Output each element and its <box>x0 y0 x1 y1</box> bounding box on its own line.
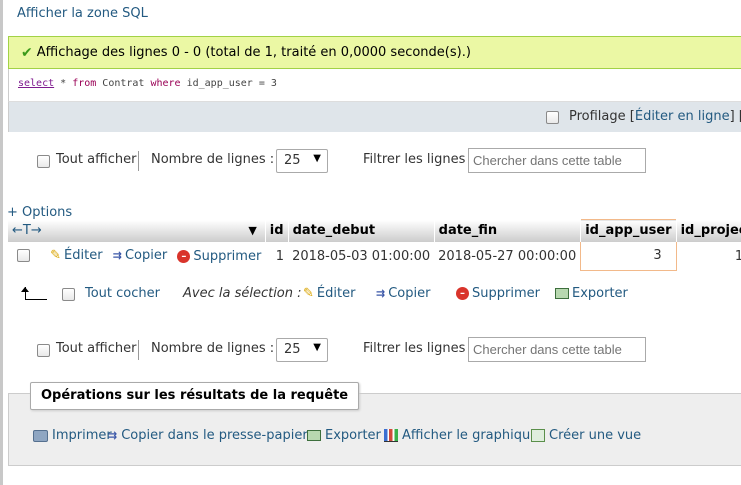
cell-id-app-user[interactable]: 3 <box>580 241 677 271</box>
row-edit-label: Éditer <box>64 248 103 263</box>
bulk-copy-button[interactable]: ⇉ Copier <box>376 286 430 301</box>
sql-star: * <box>54 78 73 89</box>
pencil-icon: ✎ <box>50 248 62 263</box>
profiling-bar: Profilage [Éditer en ligne] [Éd <box>8 102 741 132</box>
row-checkbox[interactable] <box>17 249 30 262</box>
column-header-id-app-user[interactable]: id_app_user <box>580 219 677 242</box>
navigation-controls-bottom: Tout afficher Nombre de lignes : 25 ▼ Fi… <box>0 337 741 363</box>
corner-arrow-icon <box>19 287 47 301</box>
navigation-controls-top: Tout afficher Nombre de lignes : 25 ▼ Fi… <box>0 148 741 174</box>
profiling-checkbox[interactable] <box>546 111 559 124</box>
sql-condition: id_app_user = 3 <box>180 78 277 89</box>
delete-icon: – <box>456 287 469 300</box>
bulk-copy-label: Copier <box>388 286 431 301</box>
bulk-export-label: Exporter <box>572 286 628 301</box>
sql-query-display: select * from Contrat where id_app_user … <box>8 69 741 102</box>
show-sql-link[interactable]: Afficher la zone SQL <box>17 6 148 21</box>
check-icon: ✔ <box>21 44 33 61</box>
copy-clipboard-label: Copier dans le presse-papiers <box>121 428 315 443</box>
rows-select[interactable]: 25 ▼ <box>276 338 328 362</box>
cell-id[interactable]: 1 <box>265 241 289 271</box>
show-all-checkbox[interactable] <box>37 344 50 357</box>
filter-label: Filtrer les lignes : <box>363 152 474 167</box>
printer-icon <box>33 429 48 442</box>
copy-icon: ⇉ <box>112 249 122 262</box>
bulk-export-button[interactable]: Exporter <box>555 286 628 301</box>
filter-input[interactable]: Chercher dans cette table <box>468 148 646 173</box>
chevron-down-icon: ▼ <box>313 153 321 164</box>
export-link[interactable]: Exporter <box>307 428 381 443</box>
success-message: ✔ Affichage des lignes 0 - 0 (total de 1… <box>8 36 741 69</box>
chart-icon <box>384 429 398 442</box>
rows-select[interactable]: 25 ▼ <box>276 149 328 173</box>
profiling-label: Profilage <box>569 109 626 124</box>
pencil-icon: ✎ <box>303 286 314 301</box>
with-selection-label: Avec la sélection : <box>183 286 302 301</box>
bulk-edit-label: Éditer <box>316 286 356 301</box>
divider <box>138 340 139 360</box>
row-edit-button[interactable]: ✎ Éditer <box>50 248 102 263</box>
cell-date-debut[interactable]: 2018-05-03 01:00:00 <box>288 241 435 271</box>
create-view-link[interactable]: Créer une vue <box>531 428 641 443</box>
rows-label: Nombre de lignes : <box>151 341 275 356</box>
row-actions: ✎ Éditer ⇉ Copier – Supprimer <box>8 241 266 271</box>
sql-from-keyword: from <box>72 78 97 89</box>
column-header-id-project[interactable]: id_project <box>676 219 741 242</box>
cell-date-fin[interactable]: 2018-05-27 00:00:00 <box>434 241 581 271</box>
create-view-label: Créer une vue <box>549 428 642 443</box>
rows-label: Nombre de lignes : <box>151 152 275 167</box>
show-chart-label: Afficher le graphique <box>402 428 539 443</box>
check-all-label[interactable]: Tout cocher <box>85 286 160 301</box>
filter-input[interactable]: Chercher dans cette table <box>468 337 646 362</box>
export-icon <box>555 288 569 299</box>
print-link[interactable]: Imprimer <box>33 428 112 443</box>
delete-icon: – <box>177 250 191 263</box>
chevron-down-icon[interactable]: ▼ <box>248 224 256 237</box>
row-copy-button[interactable]: ⇉ Copier <box>113 248 167 263</box>
copy-icon: ⇉ <box>108 429 118 442</box>
export-label: Exporter <box>325 428 381 443</box>
edit-inline-link[interactable]: Éditer en ligne <box>635 109 730 124</box>
operations-legend: Opérations sur les résultats de la requê… <box>30 382 360 410</box>
rows-value: 25 <box>284 342 301 357</box>
bracket-mid: ] [ <box>729 109 741 124</box>
bulk-edit-button[interactable]: ✎ Éditer <box>303 286 355 301</box>
filter-label: Filtrer les lignes : <box>363 341 474 356</box>
success-text: Affichage des lignes 0 - 0 (total de 1, … <box>36 45 471 60</box>
divider <box>138 151 139 171</box>
show-all-checkbox[interactable] <box>37 155 50 168</box>
column-header-date-debut[interactable]: date_debut <box>288 219 435 242</box>
chevron-down-icon: ▼ <box>313 342 321 353</box>
view-icon <box>531 429 545 442</box>
table-row: ✎ Éditer ⇉ Copier – Supprimer 1 2018-05-03 … <box>8 241 741 271</box>
cell-id-project[interactable]: 1 <box>676 241 741 271</box>
row-delete-button[interactable]: – Supprimer <box>177 249 261 264</box>
left-border <box>0 0 3 485</box>
print-label: Imprimer <box>52 428 112 443</box>
sql-select-keyword[interactable]: select <box>18 78 54 89</box>
bulk-delete-label: Supprimer <box>472 286 540 301</box>
options-link[interactable]: + Options <box>7 205 72 220</box>
show-all-label[interactable]: Tout afficher <box>56 341 136 356</box>
sql-where-keyword: where <box>150 78 181 89</box>
bulk-delete-button[interactable]: – Supprimer <box>456 286 540 301</box>
row-copy-label: Copier <box>124 248 168 263</box>
column-arrows[interactable]: ←T→ <box>12 223 42 238</box>
copy-icon: ⇉ <box>376 287 386 300</box>
show-chart-link[interactable]: Afficher le graphique <box>384 428 538 443</box>
row-delete-label: Supprimer <box>193 249 262 264</box>
copy-clipboard-link[interactable]: ⇉ Copier dans le presse-papiers <box>108 428 314 443</box>
results-table: ←T→ ▼ id date_debut date_fin id_app_user… <box>8 219 741 271</box>
column-controls-header[interactable]: ←T→ ▼ <box>8 219 266 242</box>
column-header-date-fin[interactable]: date_fin <box>434 219 582 242</box>
show-all-label[interactable]: Tout afficher <box>56 152 136 167</box>
profiling-links: Profilage [Éditer en ligne] [Éd <box>569 109 741 124</box>
check-all-checkbox[interactable] <box>62 288 75 301</box>
column-header-id[interactable]: id <box>265 219 289 242</box>
export-icon <box>307 430 321 441</box>
sql-table: Contrat <box>96 78 151 89</box>
rows-value: 25 <box>284 153 301 168</box>
